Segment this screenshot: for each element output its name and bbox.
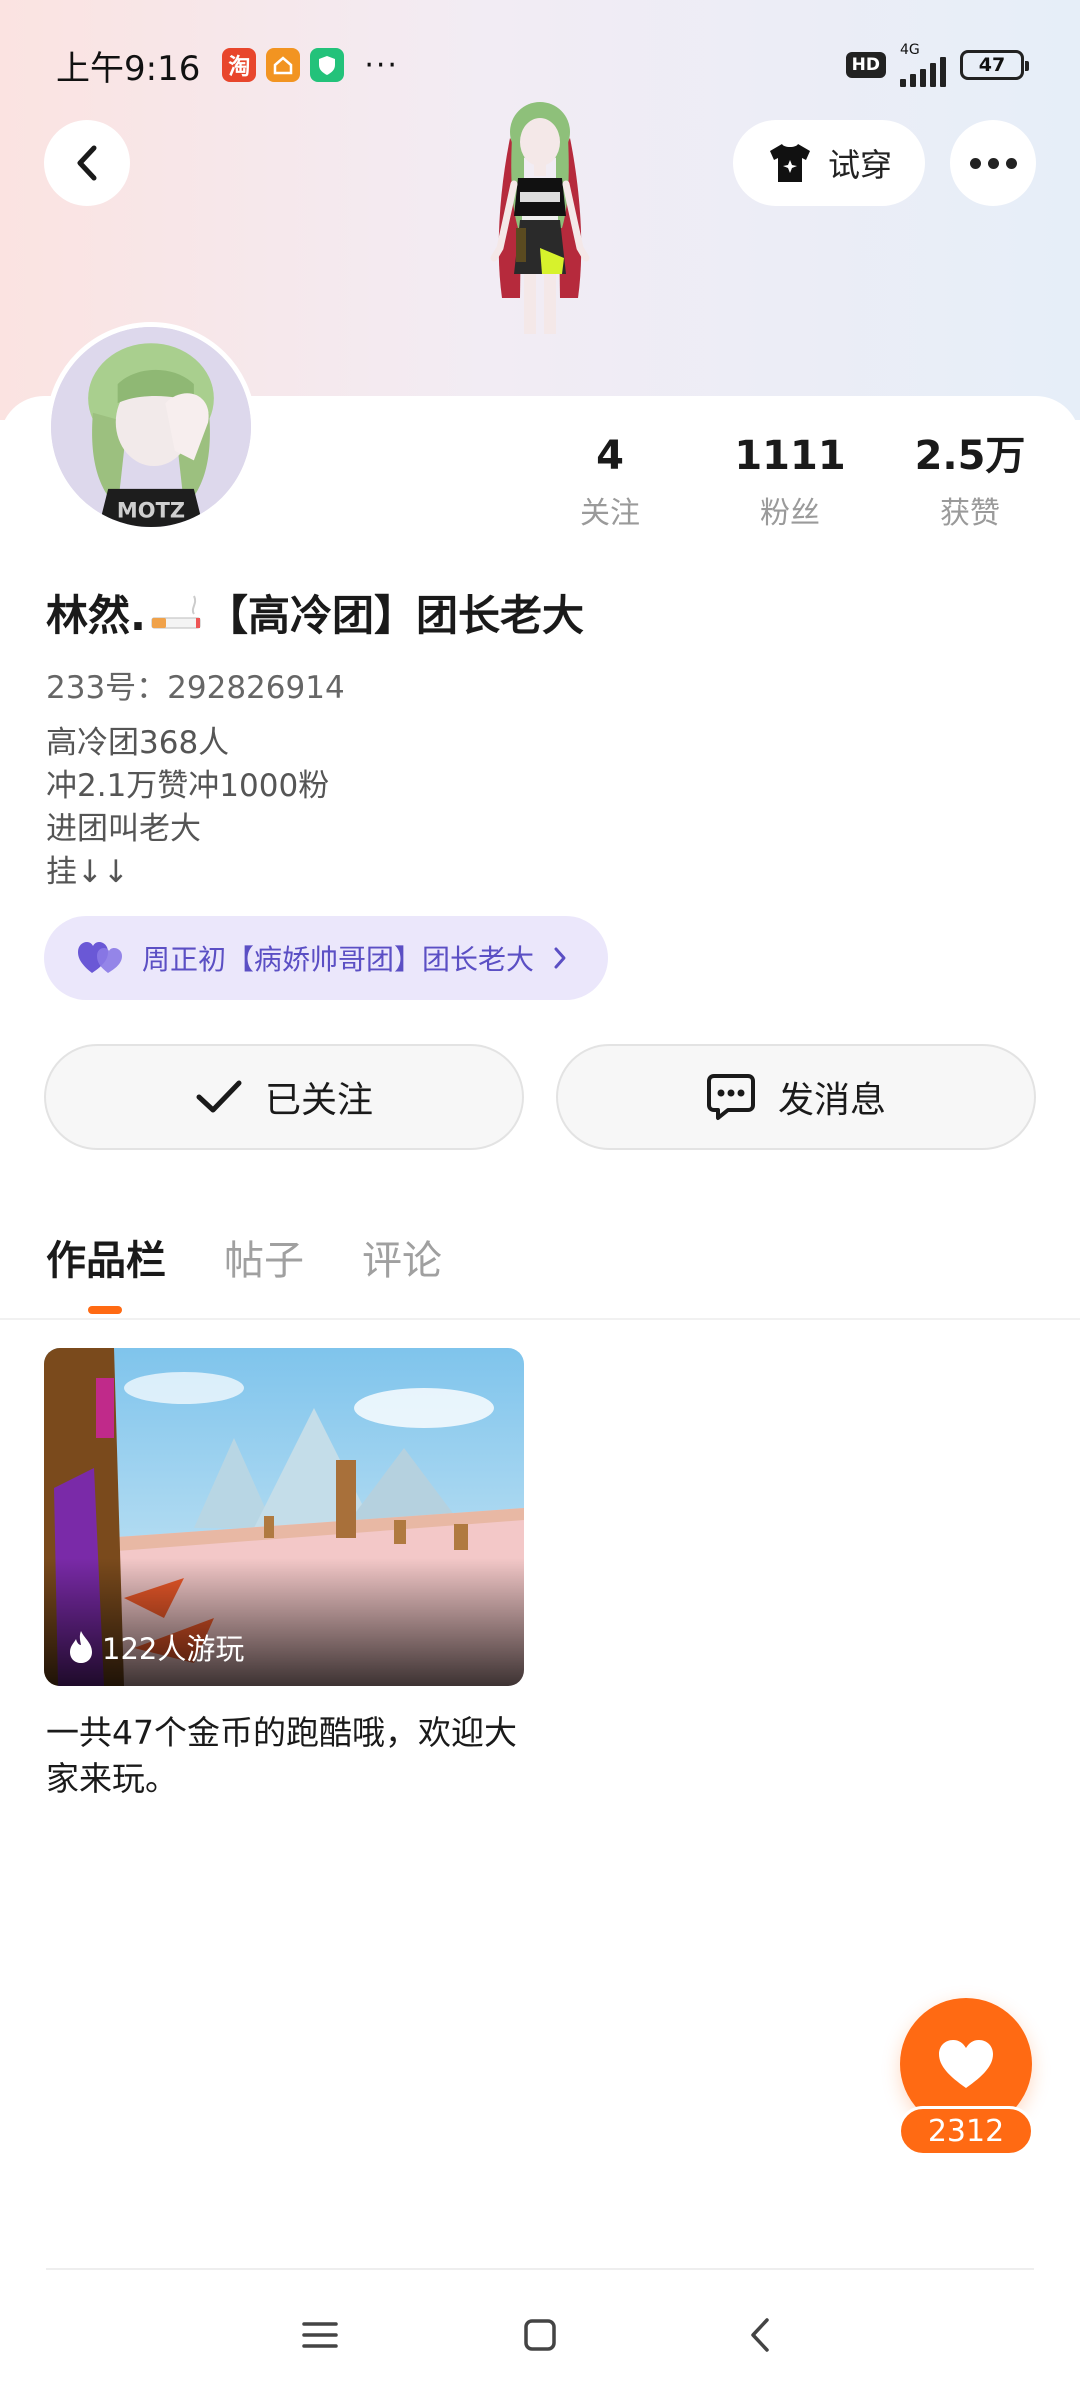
signal-icon (900, 57, 946, 87)
bio-line: 高冷团368人 (46, 725, 230, 761)
following-count: 4 (596, 433, 624, 479)
user-bio: 高冷团368人 冲2.1万赞冲1000粉 进团叫老大 挂↓↓ (46, 722, 329, 894)
followers-label: 粉丝 (760, 496, 820, 531)
try-on-label: 试穿 (827, 146, 892, 184)
taobao-icon: 淘 (222, 48, 257, 82)
back-button[interactable] (44, 120, 130, 206)
character-3d-model[interactable] (440, 98, 640, 398)
bio-line: 进团叫老大 (46, 811, 201, 847)
tab-works[interactable]: 作品栏 (46, 1228, 166, 1314)
bio-line: 挂↓↓ (46, 854, 129, 890)
stat-likes: 2.5万 获赞 (880, 428, 1060, 532)
system-back-button[interactable] (730, 2305, 790, 2365)
following-label: 关注 (580, 496, 640, 531)
likes-count: 2.5万 (914, 433, 1026, 479)
nickname-prefix: 林然. (46, 591, 146, 640)
work-plays: 122人游玩 (68, 1626, 244, 1668)
status-more-dots: ··· (364, 47, 399, 83)
tshirt-icon (769, 144, 810, 182)
tab-divider (0, 1318, 1080, 1320)
followers-count: 1111 (734, 433, 846, 479)
home-app-icon (266, 48, 301, 82)
following-button-label: 已关注 (264, 1080, 373, 1121)
nickname-suffix: 【高冷团】团长老大 (205, 591, 584, 640)
tab-posts[interactable]: 帖子 (224, 1228, 304, 1286)
more-dot-icon (969, 157, 981, 169)
more-options-button[interactable] (950, 120, 1036, 206)
send-message-button[interactable]: 发消息 (556, 1044, 1036, 1150)
hd-badge: HD (845, 52, 886, 78)
user-id: 233号：292826914 (46, 670, 345, 706)
following-button[interactable]: 已关注 (44, 1044, 524, 1150)
status-app-icons: 淘 ··· (212, 48, 399, 83)
square-home-icon (524, 2319, 556, 2351)
network-type: 4G (900, 42, 920, 58)
work-title: 一共47个金币的跑酷哦，欢迎大家来玩。 (46, 1713, 517, 1798)
checkmark-icon (196, 1080, 242, 1113)
stat-following[interactable]: 4 关注 (520, 428, 700, 532)
fan-group-pill[interactable]: 周正初【病娇帅哥团】团长老大 (44, 916, 609, 1000)
menu-icon (302, 2322, 338, 2348)
shield-app-icon (310, 48, 345, 82)
content-tabs: 作品栏 帖子 评论 (46, 1228, 442, 1314)
stat-followers[interactable]: 1111 粉丝 (700, 428, 880, 532)
work-plays-count: 122人游玩 (102, 1632, 245, 1666)
tab-comments[interactable]: 评论 (362, 1228, 442, 1286)
chevron-right-icon (554, 947, 566, 969)
network-indicator: 4G (900, 43, 946, 87)
back-triangle-icon (751, 2318, 769, 2352)
more-dot-icon (987, 157, 999, 169)
chat-bubble-icon (706, 1074, 755, 1120)
nav-divider (46, 2268, 1034, 2270)
work-card[interactable]: 122人游玩 (44, 1348, 524, 1686)
bio-line: 冲2.1万赞冲1000粉 (46, 768, 330, 804)
double-heart-icon (78, 942, 122, 973)
profile-stats: 4 关注 1111 粉丝 2.5万 获赞 (520, 428, 1060, 532)
chevron-left-icon (77, 145, 97, 181)
status-indicators: HD 4G 47 (845, 43, 1029, 87)
battery-level: 47 (978, 54, 1006, 76)
user-nickname: 林然. 【高冷团】团长老大 (46, 582, 584, 643)
system-nav-bar (0, 2290, 1080, 2380)
status-time: 上午9:16 (56, 48, 201, 89)
menu-button[interactable] (290, 2305, 350, 2365)
svg-text:MOTZ: MOTZ (117, 498, 185, 522)
home-button[interactable] (510, 2305, 570, 2365)
like-count: 2312 (898, 2106, 1034, 2156)
heart-icon (939, 2040, 993, 2088)
user-avatar[interactable]: MOTZ (46, 322, 256, 532)
cigarette-emoji-icon (151, 595, 201, 628)
try-on-button[interactable]: 试穿 (733, 120, 925, 206)
battery-icon: 47 (960, 50, 1029, 80)
send-message-label: 发消息 (777, 1080, 886, 1121)
fan-group-label: 周正初【病娇帅哥团】团长老大 (142, 943, 535, 976)
more-dot-icon (1005, 157, 1017, 169)
likes-label: 获赞 (940, 496, 1000, 531)
flame-icon (70, 1631, 92, 1663)
